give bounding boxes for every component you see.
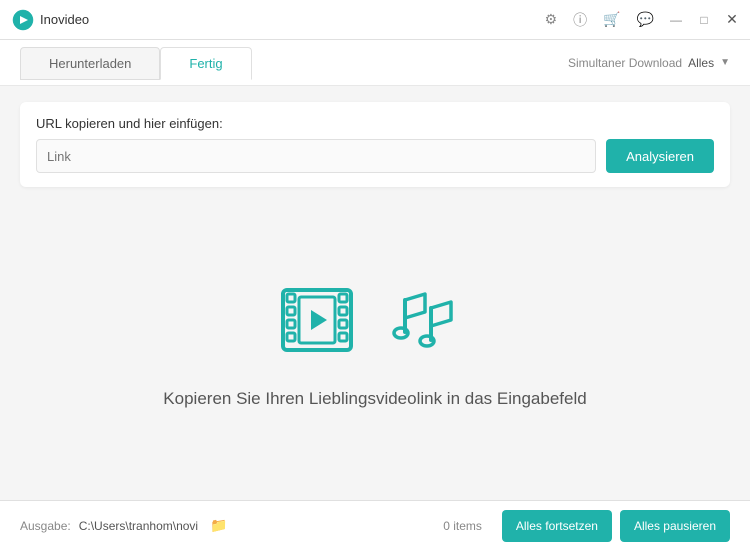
empty-state-icons [275,275,475,365]
close-button[interactable]: ✕ [726,14,738,26]
empty-state: Kopieren Sie Ihren Lieblingsvideolink in… [20,199,730,484]
music-icon [385,280,475,360]
window-controls: ⚙ ⓘ 🛒 💬 — □ ✕ [545,10,738,30]
output-label: Ausgabe: [20,519,71,533]
toolbar: Herunterladen Fertig Simultaner Download… [0,40,750,86]
continue-button[interactable]: Alles fortsetzen [502,510,612,542]
app-logo-icon [12,9,34,31]
main-content: URL kopieren und hier einfügen: Analysie… [0,86,750,500]
settings-icon[interactable]: ⚙ [545,11,558,28]
app-logo: Inovideo [12,9,89,31]
url-input-row: Analysieren [36,139,714,173]
footer: Ausgabe: C:\Users\tranhom\novi 📁 0 items… [0,500,750,550]
output-path: C:\Users\tranhom\novi [79,519,198,533]
tab-fertig[interactable]: Fertig [160,47,251,80]
film-icon [275,275,375,365]
simultaneous-download-section: Simultaner Download Alles ▼ [568,56,730,70]
simultaneous-value: Alles [688,56,714,70]
minimize-button[interactable]: — [670,14,682,26]
items-count: 0 items [443,519,482,533]
url-input[interactable] [36,139,596,173]
empty-state-text: Kopieren Sie Ihren Lieblingsvideolink in… [163,389,586,409]
title-bar: Inovideo ⚙ ⓘ 🛒 💬 — □ ✕ [0,0,750,40]
maximize-button[interactable]: □ [698,14,710,26]
simultaneous-dropdown-arrow[interactable]: ▼ [720,57,730,68]
analyze-button[interactable]: Analysieren [606,139,714,173]
chat-icon[interactable]: 💬 [637,11,654,28]
tab-herunterladen[interactable]: Herunterladen [20,47,160,80]
info-icon[interactable]: ⓘ [573,10,587,30]
simultaneous-label: Simultaner Download [568,56,682,70]
folder-icon[interactable]: 📁 [210,517,227,534]
app-title: Inovideo [40,12,89,27]
cart-icon[interactable]: 🛒 [603,11,620,28]
url-section: URL kopieren und hier einfügen: Analysie… [20,102,730,187]
pause-button[interactable]: Alles pausieren [620,510,730,542]
url-section-label: URL kopieren und hier einfügen: [36,116,714,131]
